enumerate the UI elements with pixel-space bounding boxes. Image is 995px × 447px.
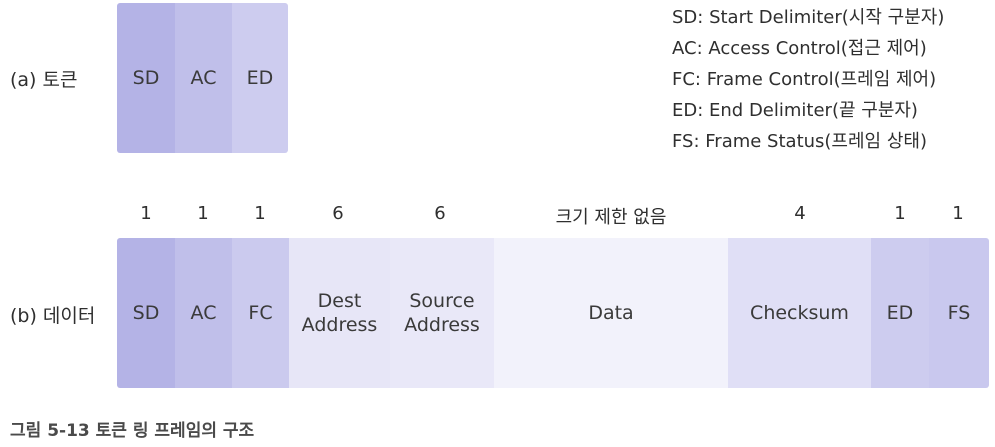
- legend-item-sd: SD: Start Delimiter(시작 구분자): [672, 7, 945, 28]
- token-field-ac: AC: [175, 3, 232, 153]
- size-label-fs: 1: [952, 203, 964, 224]
- field-label-line1: Source: [409, 290, 475, 312]
- figure-caption: 그림 5-13 토큰 링 프레임의 구조: [10, 421, 255, 441]
- token-frame: SD AC ED: [117, 3, 288, 153]
- data-field-dest-address: Dest Address: [289, 238, 390, 388]
- data-field-ac: AC: [175, 238, 232, 388]
- data-field-ed: ED: [871, 238, 929, 388]
- token-field-sd: SD: [117, 3, 175, 153]
- data-field-sd: SD: [117, 238, 175, 388]
- token-field-ed: ED: [232, 3, 288, 153]
- legend-item-fs: FS: Frame Status(프레임 상태): [672, 131, 927, 152]
- data-field-checksum: Checksum: [728, 238, 871, 388]
- size-label-data: 크기 제한 없음: [555, 207, 667, 228]
- field-label: AC: [190, 302, 217, 324]
- data-frame: SD AC FC Dest Address Source Address Dat…: [117, 238, 989, 388]
- field-label: FS: [947, 302, 971, 324]
- field-label: ED: [886, 302, 914, 324]
- field-label-line1: Dest: [317, 290, 362, 312]
- field-label: SD: [132, 67, 160, 89]
- data-field-source-address: Source Address: [390, 238, 494, 388]
- size-label-fc: 1: [254, 203, 266, 224]
- size-label-sd: 1: [140, 203, 152, 224]
- legend-item-ed: ED: End Delimiter(끝 구분자): [672, 100, 918, 121]
- field-label: Data: [588, 302, 634, 324]
- data-field-data: Data: [494, 238, 728, 388]
- field-label: SD: [132, 302, 160, 324]
- legend-item-fc: FC: Frame Control(프레임 제어): [672, 69, 937, 90]
- legend: SD: Start Delimiter(시작 구분자) AC: Access C…: [672, 2, 944, 157]
- data-field-fc: FC: [232, 238, 289, 388]
- field-label: FC: [248, 302, 273, 324]
- field-label-line2: Address: [404, 314, 480, 336]
- legend-item-ac: AC: Access Control(접근 제어): [672, 38, 927, 59]
- size-label-source: 6: [434, 203, 446, 224]
- data-field-fs: FS: [929, 238, 989, 388]
- size-label-ed: 1: [894, 203, 906, 224]
- field-label-line2: Address: [301, 314, 378, 336]
- size-label-dest: 6: [332, 203, 344, 224]
- field-label: Checksum: [750, 302, 849, 324]
- data-row-label: (b) 데이터: [10, 305, 96, 327]
- token-row-label: (a) 토큰: [10, 69, 78, 91]
- field-label: ED: [246, 67, 274, 89]
- size-label-ac: 1: [197, 203, 209, 224]
- size-label-checksum: 4: [794, 203, 806, 224]
- field-label: AC: [190, 67, 217, 89]
